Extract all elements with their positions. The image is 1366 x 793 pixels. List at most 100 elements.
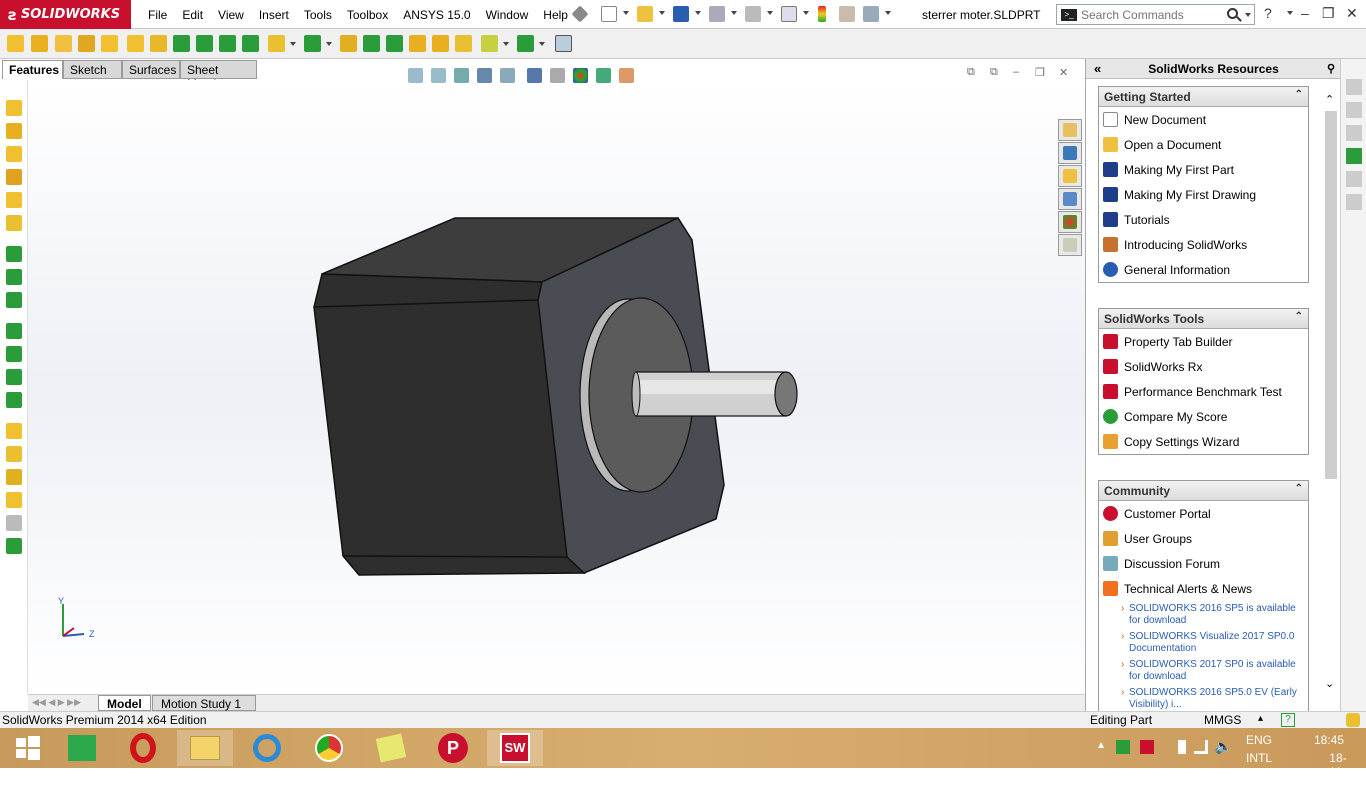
cut-extrude-icon[interactable] bbox=[6, 246, 22, 262]
scroll-up-icon[interactable]: ⌃ bbox=[1325, 93, 1334, 106]
mirror-icon[interactable] bbox=[6, 446, 22, 462]
file-properties-icon[interactable] bbox=[839, 6, 855, 22]
split-icon[interactable] bbox=[6, 538, 22, 554]
viewport-restore-button[interactable]: ❐ bbox=[1035, 66, 1045, 79]
curves-icon[interactable] bbox=[455, 35, 472, 52]
battery-icon[interactable] bbox=[1178, 740, 1186, 754]
tab-sheet-metal[interactable]: Sheet Metal bbox=[180, 60, 257, 91]
wrap-icon[interactable] bbox=[242, 35, 259, 52]
search-input[interactable] bbox=[1081, 7, 1221, 22]
tool-icon[interactable] bbox=[1346, 171, 1362, 187]
opera-icon[interactable] bbox=[115, 730, 171, 766]
compare-my-score-link[interactable]: Compare My Score bbox=[1099, 404, 1308, 429]
task-pane-scrollbar[interactable]: ⌃ ⌄ bbox=[1323, 89, 1339, 709]
scroll-thumb[interactable] bbox=[1325, 111, 1337, 479]
shell-icon[interactable] bbox=[196, 35, 213, 52]
new-dropdown-icon[interactable] bbox=[623, 11, 629, 15]
property-tab-builder-link[interactable]: Property Tab Builder bbox=[1099, 329, 1308, 354]
deform-icon[interactable] bbox=[6, 515, 22, 531]
volume-icon[interactable]: 🔈 bbox=[1215, 738, 1232, 755]
view-settings-icon[interactable] bbox=[619, 67, 634, 83]
curve-through-points-icon[interactable] bbox=[517, 35, 534, 52]
chamfer-icon[interactable] bbox=[150, 35, 167, 52]
display-style-icon[interactable] bbox=[527, 67, 542, 83]
tab-sketch[interactable]: Sketch bbox=[63, 60, 122, 79]
view-orientation-icon[interactable] bbox=[500, 67, 515, 83]
loft-icon[interactable] bbox=[6, 169, 22, 185]
flex-icon[interactable] bbox=[6, 492, 22, 508]
chrome-icon[interactable] bbox=[301, 730, 357, 766]
news-item[interactable]: SOLIDWORKS 2016 SP5 is available for dow… bbox=[1099, 601, 1308, 629]
solidworks-taskbar-icon[interactable]: SW bbox=[487, 730, 543, 766]
dome-icon[interactable] bbox=[386, 35, 403, 52]
first-drawing-link[interactable]: Making My First Drawing bbox=[1099, 182, 1308, 207]
restore-button[interactable]: ❐ bbox=[1322, 5, 1335, 22]
menu-help[interactable]: Help bbox=[543, 8, 568, 22]
getting-started-header[interactable]: Getting Started ⌃ bbox=[1099, 87, 1308, 107]
discussion-forum-link[interactable]: Discussion Forum bbox=[1099, 551, 1308, 576]
minimize-button[interactable]: – bbox=[1301, 5, 1309, 21]
rebuild-traffic-light-icon[interactable] bbox=[818, 6, 826, 22]
customer-portal-link[interactable]: Customer Portal bbox=[1099, 501, 1308, 526]
home-tab[interactable] bbox=[1058, 119, 1082, 141]
file-explorer-tab[interactable] bbox=[1058, 165, 1082, 187]
help-dropdown-icon[interactable] bbox=[1287, 11, 1293, 15]
tab-model[interactable]: Model bbox=[98, 695, 151, 711]
view-palette-tab[interactable] bbox=[1058, 188, 1082, 210]
select-arrow-icon[interactable] bbox=[781, 6, 797, 22]
section-view-icon[interactable] bbox=[477, 67, 492, 83]
tab-features[interactable]: Features bbox=[2, 60, 63, 79]
previous-view-icon[interactable] bbox=[454, 67, 469, 83]
save-dropdown-icon[interactable] bbox=[695, 11, 701, 15]
viewport-tile-icon[interactable]: ⧉ bbox=[967, 66, 975, 79]
reference-geometry-icon[interactable] bbox=[268, 35, 285, 52]
language-secondary[interactable]: INTL bbox=[1246, 751, 1272, 765]
units-dropdown-icon[interactable]: ▴ bbox=[1258, 713, 1263, 724]
custom-properties-tab[interactable] bbox=[1058, 234, 1082, 256]
flag-icon[interactable] bbox=[1140, 740, 1154, 754]
zoom-to-area-icon[interactable] bbox=[431, 67, 446, 83]
scroll-down-icon[interactable]: ⌄ bbox=[1325, 677, 1334, 690]
tool-icon[interactable] bbox=[1346, 148, 1362, 164]
cut-icon[interactable] bbox=[409, 35, 426, 52]
start-button[interactable] bbox=[0, 730, 56, 766]
graphics-area[interactable] bbox=[28, 80, 1085, 694]
solidworks-logo[interactable]: ƨ SOLIDWORKS bbox=[0, 0, 131, 29]
tab-scroll-arrows-icon[interactable]: ◀◀ ◀ ▶ ▶▶ bbox=[32, 697, 81, 708]
menu-toolbox[interactable]: Toolbox bbox=[347, 8, 388, 22]
close-button[interactable]: ✕ bbox=[1346, 5, 1358, 22]
dome-icon[interactable] bbox=[6, 469, 22, 485]
linear-pattern-icon[interactable] bbox=[304, 35, 321, 52]
viewport-split-icon[interactable]: ⧉ bbox=[990, 66, 998, 79]
news-item[interactable]: SOLIDWORKS 2016 SP5.0 EV (Early Visibili… bbox=[1099, 685, 1308, 713]
tab-motion-study[interactable]: Motion Study 1 bbox=[152, 695, 256, 711]
shell-icon[interactable] bbox=[6, 369, 22, 385]
zoom-to-fit-icon[interactable] bbox=[408, 67, 423, 83]
units-selector[interactable]: MMGS bbox=[1204, 713, 1241, 727]
menu-tools[interactable]: Tools bbox=[304, 8, 332, 22]
help-icon[interactable]: ? bbox=[1281, 713, 1295, 727]
open-folder-icon[interactable] bbox=[637, 6, 653, 22]
security-icon[interactable] bbox=[1116, 740, 1130, 754]
pattern-icon[interactable] bbox=[6, 423, 22, 439]
pattern-dropdown-icon[interactable] bbox=[326, 42, 332, 46]
undo-dropdown-icon[interactable] bbox=[767, 11, 773, 15]
tutorials-link[interactable]: Tutorials bbox=[1099, 207, 1308, 232]
fillet-icon[interactable] bbox=[6, 323, 22, 339]
introducing-solidworks-link[interactable]: Introducing SolidWorks bbox=[1099, 232, 1308, 257]
network-icon[interactable] bbox=[1194, 740, 1208, 754]
general-information-link[interactable]: General Information bbox=[1099, 257, 1308, 282]
viewport-close-button[interactable]: ✕ bbox=[1059, 66, 1068, 79]
intersect-icon[interactable] bbox=[363, 35, 380, 52]
user-groups-link[interactable]: User Groups bbox=[1099, 526, 1308, 551]
solidworks-tools-header[interactable]: SolidWorks Tools ⌃ bbox=[1099, 309, 1308, 329]
first-part-link[interactable]: Making My First Part bbox=[1099, 157, 1308, 182]
copy-settings-wizard-link[interactable]: Copy Settings Wizard bbox=[1099, 429, 1308, 454]
select-dropdown-icon[interactable] bbox=[803, 11, 809, 15]
help-icon[interactable]: ? bbox=[1264, 5, 1272, 21]
menu-edit[interactable]: Edit bbox=[182, 8, 203, 22]
file-explorer-icon[interactable] bbox=[177, 730, 233, 766]
technical-alerts-link[interactable]: Technical Alerts & News bbox=[1099, 576, 1308, 601]
cut-sweep-icon[interactable] bbox=[6, 292, 22, 308]
draft-icon[interactable] bbox=[6, 392, 22, 408]
